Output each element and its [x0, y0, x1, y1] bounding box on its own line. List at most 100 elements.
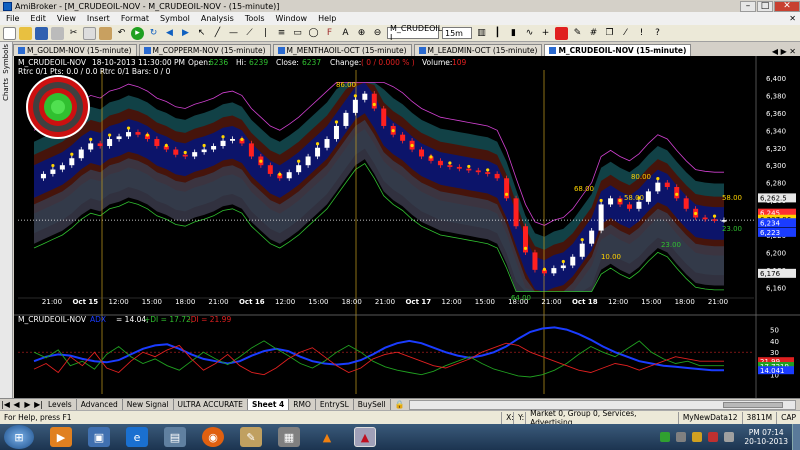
sheet-tab-sheet4[interactable]: Sheet 4 — [247, 399, 290, 410]
close-button[interactable]: ✕ — [774, 0, 800, 12]
prev-sheet-icon[interactable]: ◀ — [12, 400, 21, 409]
rectangle-icon[interactable]: ▭ — [291, 27, 304, 40]
copy-icon[interactable] — [83, 26, 96, 40]
media-player-icon[interactable]: ▶ — [50, 427, 72, 447]
vlc-icon[interactable]: ▲ — [316, 427, 338, 447]
chart-type-icon[interactable]: ▥ — [475, 27, 488, 40]
signal-dot — [429, 155, 433, 159]
layers-icon[interactable]: ❐ — [603, 27, 616, 40]
tray-flag-icon[interactable] — [708, 432, 719, 442]
tab-leadmin[interactable]: M_LEADMIN-OCT (15-minute) — [413, 44, 543, 56]
lock-icon[interactable]: 🔒 — [395, 400, 405, 409]
menu-insert[interactable]: Insert — [87, 14, 110, 23]
zoom-out-icon[interactable]: ⊖ — [371, 27, 384, 40]
fibonacci-icon[interactable]: F — [323, 27, 336, 40]
tab-copperm[interactable]: M_COPPERM-NOV (15-minute) — [138, 44, 271, 56]
show-desktop-button[interactable] — [792, 424, 800, 450]
chart-area[interactable]: 504030201021.9917.721914.041 6,4006,3806… — [14, 56, 800, 398]
print-icon[interactable] — [51, 26, 64, 40]
chart-svg[interactable]: 504030201021.9917.721914.041 6,4006,3806… — [14, 56, 800, 398]
interval-select[interactable]: 15m — [442, 27, 472, 39]
save-icon[interactable] — [35, 26, 48, 40]
vertical-line-icon[interactable]: | — [259, 27, 272, 40]
candle-body — [532, 252, 538, 270]
help-icon[interactable]: ? — [651, 27, 664, 40]
tray-network-icon[interactable] — [676, 432, 687, 442]
amibroker-taskbar-icon[interactable]: ▲ — [354, 427, 376, 447]
ellipse-icon[interactable]: ◯ — [307, 27, 320, 40]
refresh-icon[interactable]: ↻ — [147, 27, 160, 40]
line-tool-icon[interactable]: ╱ — [211, 27, 224, 40]
menu-tools[interactable]: Tools — [245, 14, 265, 23]
play-icon[interactable]: ▸ — [131, 26, 144, 40]
firefox-icon[interactable]: ◉ — [202, 427, 224, 447]
pencil-icon[interactable]: ✎ — [571, 27, 584, 40]
network-icon[interactable]: ▣ — [88, 427, 110, 447]
tray-volume-icon[interactable] — [724, 432, 735, 442]
maximize-button[interactable]: □ — [757, 0, 773, 12]
channel-icon[interactable]: ≡ — [275, 27, 288, 40]
tray-app-icon[interactable] — [660, 432, 671, 442]
tray-security-icon[interactable] — [692, 432, 703, 442]
sheet-tab-ultra-accurate[interactable]: ULTRA ACCURATE — [174, 399, 248, 410]
charts-panel-tab[interactable]: Charts — [2, 78, 10, 101]
open-folder-icon[interactable] — [19, 26, 32, 40]
text-tool-icon[interactable]: A — [339, 27, 352, 40]
sheet-tab-buysell[interactable]: BuySell — [354, 399, 391, 410]
zoom-in-icon[interactable]: ⊕ — [355, 27, 368, 40]
tab-goldm[interactable]: M_GOLDM-NOV (15-minute) — [13, 44, 137, 56]
color-picker-icon[interactable] — [555, 26, 568, 40]
remote-desktop-icon[interactable]: ▤ — [164, 427, 186, 447]
internet-explorer-icon[interactable]: e — [126, 427, 148, 447]
menu-format[interactable]: Format — [121, 14, 149, 23]
symbol-select[interactable]: M_CRUDEOIL-I — [387, 24, 445, 42]
menu-analysis[interactable]: Analysis — [201, 14, 234, 23]
sheet-tab-levels[interactable]: Levels — [44, 399, 77, 410]
minimize-button[interactable]: – — [740, 0, 756, 12]
menu-view[interactable]: View — [57, 14, 76, 23]
bar-chart-icon[interactable]: ┃ — [491, 27, 504, 40]
menu-edit[interactable]: Edit — [30, 14, 46, 23]
menu-symbol[interactable]: Symbol — [160, 14, 190, 23]
forward-icon[interactable]: ▶ — [179, 27, 192, 40]
horizontal-line-icon[interactable]: — — [227, 27, 240, 40]
hardware-icon[interactable]: ▦ — [278, 427, 300, 447]
undo-icon[interactable]: ↶ — [115, 27, 128, 40]
menu-file[interactable]: File — [6, 14, 19, 23]
line-chart-icon[interactable]: ∿ — [523, 27, 536, 40]
crosshair-icon[interactable]: + — [539, 27, 552, 40]
sheet-tab-entrysl[interactable]: EntrySL — [316, 399, 354, 410]
volume-label: Volume: — [422, 58, 452, 67]
tab-menthaoil[interactable]: M_MENTHAOIL-OCT (15-minute) — [272, 44, 412, 56]
menu-window[interactable]: Window — [276, 14, 308, 23]
candle-body — [712, 219, 718, 221]
start-button[interactable]: ⊞ — [4, 425, 34, 449]
alert-icon[interactable]: ! — [635, 27, 648, 40]
wand-icon[interactable]: ⁄ — [619, 27, 632, 40]
menu-help[interactable]: Help — [318, 14, 336, 23]
candle-body — [636, 201, 642, 209]
new-file-icon[interactable] — [3, 26, 16, 40]
ray-tool-icon[interactable]: ⟋ — [243, 27, 256, 40]
tab-crudeoil[interactable]: M_CRUDEOIL-NOV (15-minute) — [544, 44, 692, 56]
candle-icon[interactable]: ▮ — [507, 27, 520, 40]
cut-icon[interactable]: ✂ — [67, 27, 80, 40]
symbols-panel-tab[interactable]: Symbols — [2, 44, 10, 74]
tab-scroll-arrows-icon[interactable]: ◀ ▶ ✕ — [772, 47, 800, 56]
paste-icon[interactable] — [99, 26, 112, 40]
grid-icon[interactable]: # — [587, 27, 600, 40]
back-icon[interactable]: ◀ — [163, 27, 176, 40]
sheet-tab-new-signal[interactable]: New Signal — [123, 399, 174, 410]
scrollbar-thumb[interactable] — [723, 401, 783, 408]
next-sheet-icon[interactable]: ▶ — [23, 400, 32, 409]
sheet-tab-rmo[interactable]: RMO — [289, 399, 316, 410]
first-sheet-icon[interactable]: |◀ — [1, 400, 10, 409]
taskbar-clock[interactable]: PM 07:14 20-10-2013 — [744, 428, 788, 446]
title-bar: AmiBroker - [M_CRUDEOIL-NOV - M_CRUDEOIL… — [0, 0, 800, 12]
sheet-tab-advanced[interactable]: Advanced — [77, 399, 123, 410]
candle-body — [598, 204, 604, 231]
mdi-close-icon[interactable]: ✕ — [789, 14, 796, 23]
last-sheet-icon[interactable]: ▶| — [34, 400, 43, 409]
select-icon[interactable]: ↖ — [195, 27, 208, 40]
paint-icon[interactable]: ✎ — [240, 427, 262, 447]
